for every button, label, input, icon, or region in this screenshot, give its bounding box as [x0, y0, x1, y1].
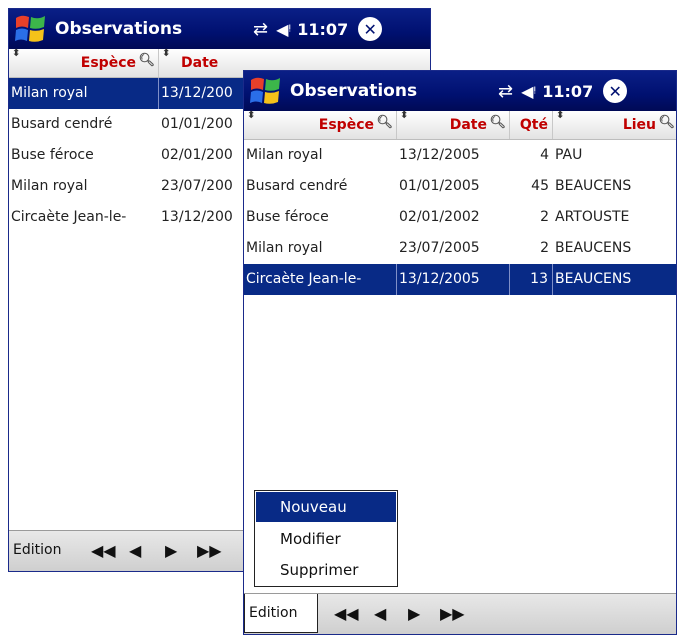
table-row[interactable]: Buse féroce 02/01/2002 2 ARTOUSTE	[244, 202, 676, 233]
connectivity-icon[interactable]: ⇄	[253, 19, 268, 40]
menu-item-modifier[interactable]: Modifier	[256, 524, 396, 554]
last-record-icon[interactable]: ▶▶	[440, 604, 465, 623]
edition-menu-open: Edition	[244, 594, 318, 633]
window-title: Observations	[55, 19, 183, 39]
column-header-date[interactable]: ⬍ Date 🔍︎	[397, 110, 510, 139]
menu-bar: Edition ◀◀ ◀ ▶ ▶▶	[244, 593, 676, 634]
connectivity-icon[interactable]: ⇄	[498, 81, 513, 102]
sort-icon: ⬍	[400, 110, 409, 121]
search-icon[interactable]: 🔍︎	[489, 115, 506, 130]
search-icon[interactable]: 🔍︎	[138, 53, 155, 68]
first-record-icon[interactable]: ◀◀	[334, 604, 359, 623]
clock[interactable]: 11:07	[542, 82, 593, 101]
edition-menu[interactable]: Edition	[13, 542, 61, 558]
close-icon[interactable]: ✕	[358, 17, 383, 41]
next-record-icon[interactable]: ▶	[408, 604, 420, 623]
table-row[interactable]: Milan royal 23/07/2005 2 BEAUCENS	[244, 233, 676, 264]
sort-icon: ⬍	[12, 48, 21, 59]
close-icon[interactable]: ✕	[603, 79, 628, 103]
status-area: ⇄ ◀ᵎ 11:07 ✕	[253, 15, 383, 43]
sort-icon: ⬍	[247, 110, 256, 121]
list-header: ⬍ Espèce 🔍︎ ⬍ Date 🔍︎ Qté ⬍ Lieu 🔍︎	[244, 110, 676, 140]
first-record-icon[interactable]: ◀◀	[91, 541, 116, 560]
next-record-icon[interactable]: ▶	[165, 541, 177, 560]
menu-item-supprimer[interactable]: Supprimer	[256, 555, 396, 585]
sort-icon: ⬍	[162, 48, 171, 59]
window-title: Observations	[290, 81, 418, 101]
windows-start-icon[interactable]	[248, 74, 284, 108]
title-bar: Observations ⇄ ◀ᵎ 11:07 ✕	[9, 9, 430, 49]
search-icon[interactable]: 🔍︎	[658, 115, 675, 130]
edition-menu[interactable]: Edition	[249, 605, 297, 621]
status-area: ⇄ ◀ᵎ 11:07 ✕	[498, 77, 628, 105]
title-bar: Observations ⇄ ◀ᵎ 11:07 ✕	[244, 71, 676, 111]
sort-icon: ⬍	[556, 110, 565, 121]
edition-popup-menu: Nouveau Modifier Supprimer	[254, 490, 398, 587]
table-row[interactable]: Busard cendré 01/01/2005 45 BEAUCENS	[244, 171, 676, 202]
table-row[interactable]: Milan royal 13/12/2005 4 PAU	[244, 140, 676, 171]
observation-list: Milan royal 13/12/2005 4 PAU Busard cend…	[244, 140, 676, 295]
previous-record-icon[interactable]: ◀	[129, 541, 141, 560]
last-record-icon[interactable]: ▶▶	[197, 541, 222, 560]
previous-record-icon[interactable]: ◀	[374, 604, 386, 623]
column-header-espece[interactable]: ⬍ Espèce 🔍︎	[9, 48, 159, 77]
speaker-icon[interactable]: ◀ᵎ	[276, 20, 291, 39]
search-icon[interactable]: 🔍︎	[376, 115, 393, 130]
column-header-espece[interactable]: ⬍ Espèce 🔍︎	[244, 110, 397, 139]
speaker-icon[interactable]: ◀ᵎ	[521, 82, 536, 101]
column-header-qte[interactable]: Qté	[510, 111, 553, 139]
clock[interactable]: 11:07	[297, 20, 348, 39]
windows-start-icon[interactable]	[13, 12, 49, 46]
column-header-lieu[interactable]: ⬍ Lieu 🔍︎	[553, 110, 676, 139]
table-row[interactable]: Circaète Jean-le- 13/12/2005 13 BEAUCENS	[244, 264, 676, 295]
menu-item-nouveau[interactable]: Nouveau	[256, 492, 396, 522]
